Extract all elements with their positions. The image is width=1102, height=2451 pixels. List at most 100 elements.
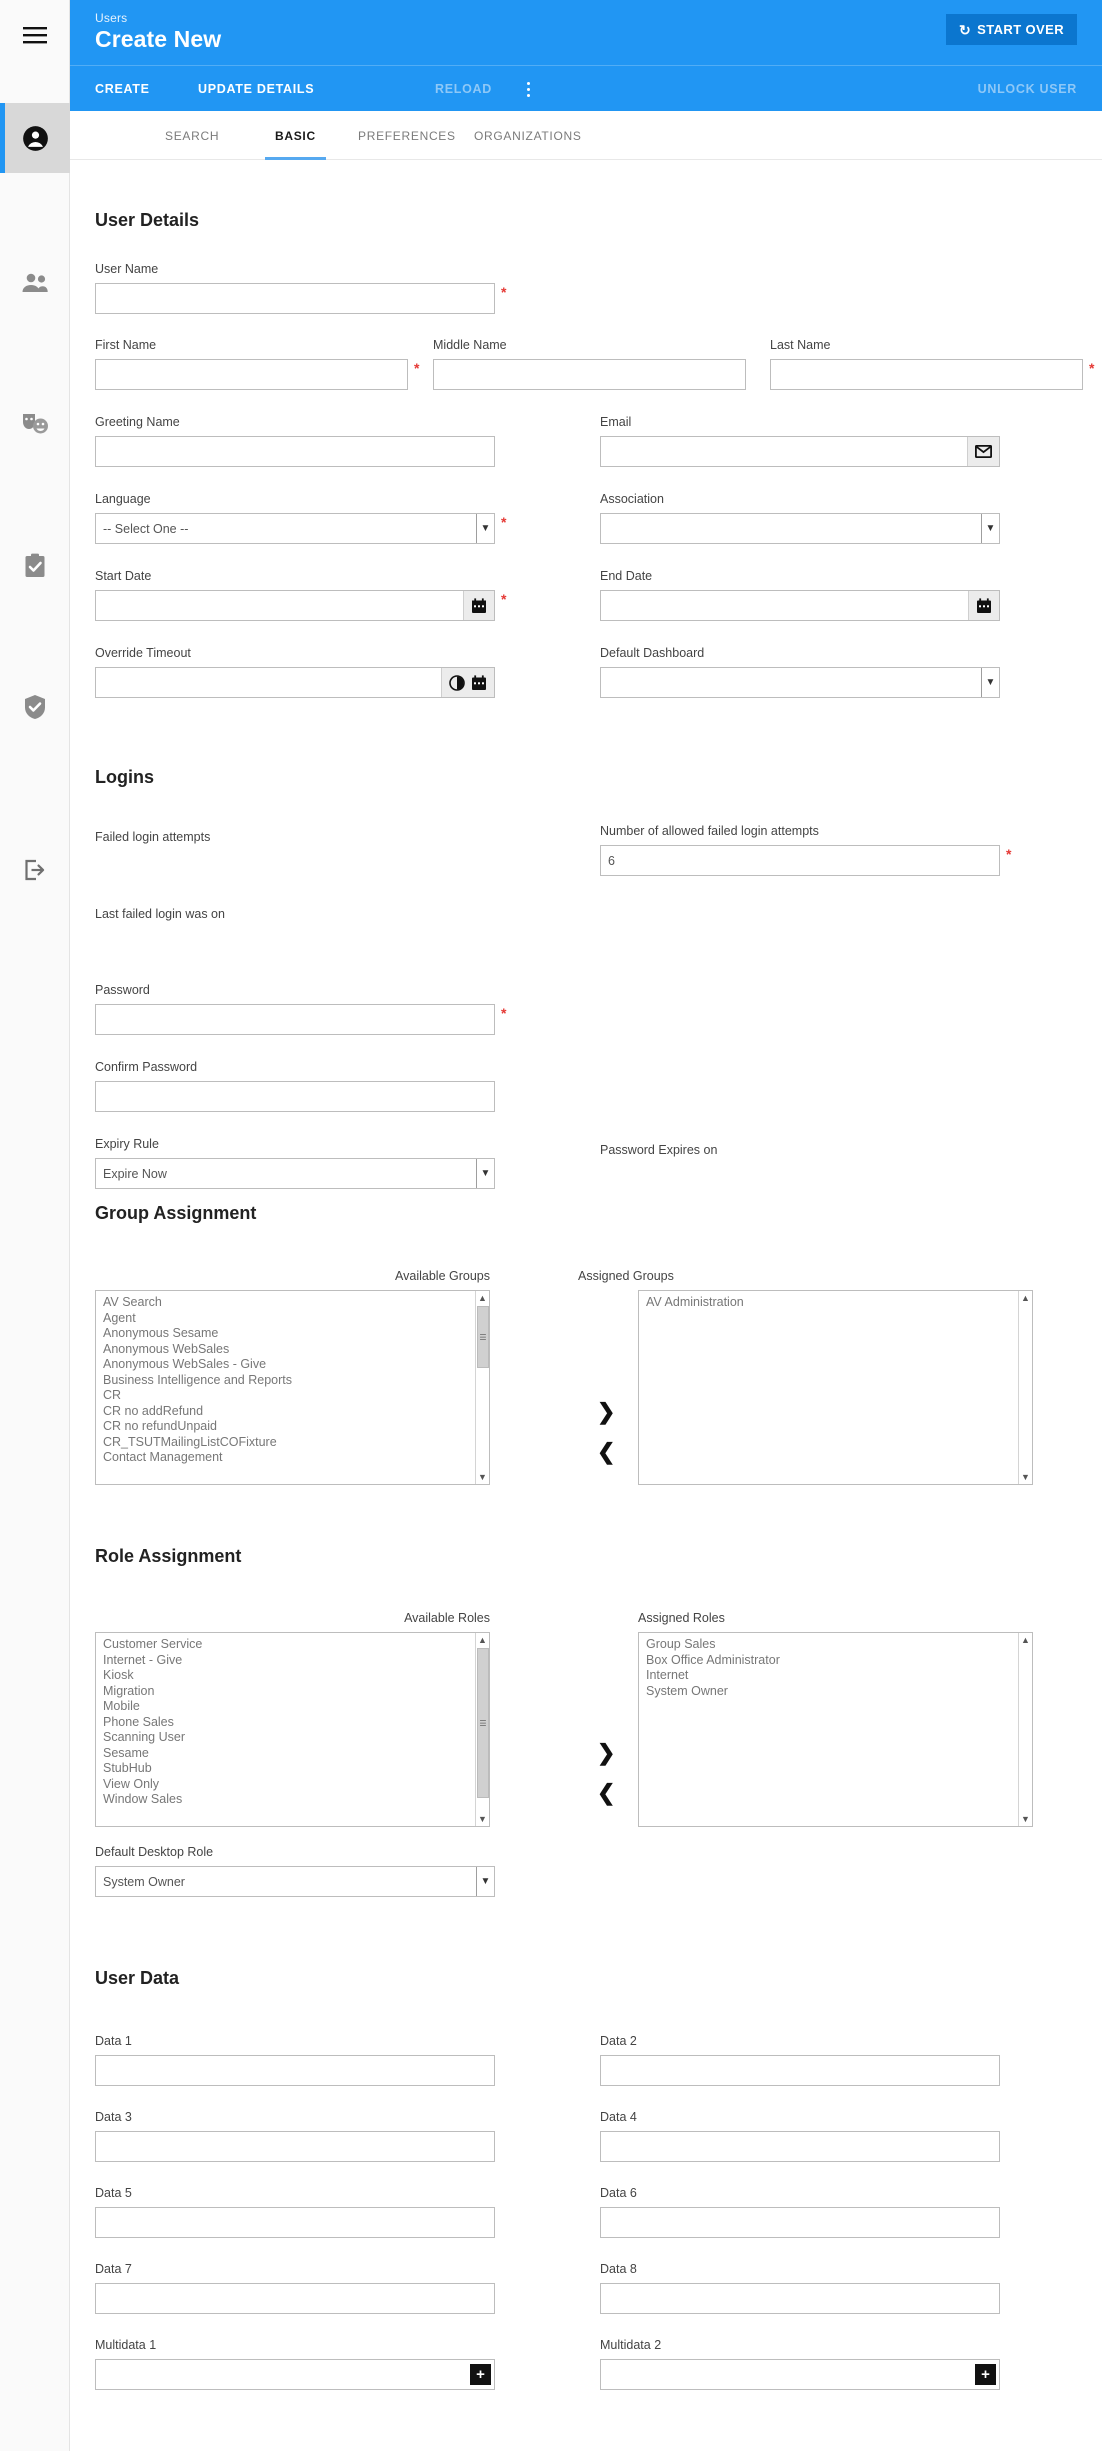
list-item[interactable]: CR	[96, 1388, 489, 1404]
data-7-input[interactable]	[95, 2283, 495, 2314]
password-input[interactable]	[95, 1004, 495, 1035]
language-select[interactable]: -- Select One --	[95, 513, 495, 544]
override-timeout-input[interactable]	[95, 667, 495, 698]
list-item[interactable]: Customer Service	[96, 1637, 489, 1653]
email-addon-button[interactable]	[967, 437, 999, 466]
scroll-up-icon[interactable]: ▲	[1019, 1633, 1032, 1647]
reload-action[interactable]: RELOAD	[435, 66, 492, 112]
data-1-input[interactable]	[95, 2055, 495, 2086]
sidebar-item-events[interactable]	[0, 388, 70, 458]
list-item[interactable]: Migration	[96, 1684, 489, 1700]
scroll-up-icon[interactable]: ▲	[476, 1291, 489, 1305]
multidata-1-input[interactable]	[95, 2359, 495, 2390]
list-item[interactable]: Agent	[96, 1311, 489, 1327]
list-item[interactable]: CR no refundUnpaid	[96, 1419, 489, 1435]
start-date-calendar-button[interactable]	[463, 591, 494, 620]
update-details-action[interactable]: UPDATE DETAILS	[198, 66, 314, 112]
sidebar-item-logout[interactable]	[0, 835, 70, 905]
list-item[interactable]: Anonymous WebSales - Give	[96, 1357, 489, 1373]
list-item[interactable]: Phone Sales	[96, 1715, 489, 1731]
default-desktop-role-select[interactable]: System Owner	[95, 1866, 495, 1897]
tab-organizations[interactable]: ORGANIZATIONS	[474, 111, 582, 160]
assigned-roles-scrollbar[interactable]: ▲ ▼	[1018, 1633, 1032, 1826]
remove-group-button[interactable]: ❮	[597, 1441, 615, 1463]
field-middle-name: Middle Name	[433, 338, 746, 390]
list-item[interactable]: CR_TSUTMailingListCOFixture	[96, 1435, 489, 1451]
list-item[interactable]: Group Sales	[639, 1637, 1032, 1653]
list-item[interactable]: Internet - Give	[96, 1653, 489, 1669]
list-item[interactable]: Mobile	[96, 1699, 489, 1715]
first-name-input[interactable]	[95, 359, 408, 390]
start-over-button[interactable]: ↻ START OVER	[946, 14, 1077, 45]
expiry-rule-select[interactable]: Expire Now	[95, 1158, 495, 1189]
start-date-input[interactable]	[95, 590, 495, 621]
tab-search[interactable]: SEARCH	[165, 111, 219, 160]
scroll-up-icon[interactable]: ▲	[1019, 1291, 1032, 1305]
list-item[interactable]: AV Search	[96, 1295, 489, 1311]
add-group-button[interactable]: ❯	[597, 1401, 615, 1423]
list-item[interactable]: Contact Management	[96, 1450, 489, 1466]
available-groups-scrollbar[interactable]: ▲ ☰ ▼	[475, 1291, 489, 1484]
list-item[interactable]: Kiosk	[96, 1668, 489, 1684]
available-roles-scrollbar[interactable]: ▲ ☰ ▼	[475, 1633, 489, 1826]
data-4-input[interactable]	[600, 2131, 1000, 2162]
allowed-failed-attempts-input[interactable]	[600, 845, 1000, 876]
list-item[interactable]: AV Administration	[639, 1295, 1032, 1311]
list-item[interactable]: System Owner	[639, 1684, 1032, 1700]
scroll-thumb[interactable]: ☰	[477, 1306, 489, 1368]
scroll-down-icon[interactable]: ▼	[476, 1470, 489, 1484]
end-date-input[interactable]	[600, 590, 1000, 621]
scroll-down-icon[interactable]: ▼	[1019, 1470, 1032, 1484]
override-timeout-addons[interactable]	[441, 668, 494, 697]
list-item[interactable]: View Only	[96, 1777, 489, 1793]
end-date-calendar-button[interactable]	[968, 591, 999, 620]
last-name-input[interactable]	[770, 359, 1083, 390]
scroll-down-icon[interactable]: ▼	[1019, 1812, 1032, 1826]
overflow-menu-button[interactable]	[517, 66, 539, 112]
data-2-input[interactable]	[600, 2055, 1000, 2086]
list-item[interactable]: StubHub	[96, 1761, 489, 1777]
list-item[interactable]: CR no addRefund	[96, 1404, 489, 1420]
multidata-2-input[interactable]	[600, 2359, 1000, 2390]
assigned-groups-listbox[interactable]: AV Administration ▲ ▼	[638, 1290, 1033, 1485]
sidebar-item-customers[interactable]	[0, 248, 70, 318]
tab-preferences[interactable]: PREFERENCES	[358, 111, 456, 160]
create-action[interactable]: CREATE	[95, 66, 150, 112]
list-item[interactable]: Anonymous Sesame	[96, 1326, 489, 1342]
menu-icon-button[interactable]	[0, 0, 70, 70]
confirm-password-input[interactable]	[95, 1081, 495, 1112]
association-select[interactable]	[600, 513, 1000, 544]
data-3-input[interactable]	[95, 2131, 495, 2162]
assigned-groups-scrollbar[interactable]: ▲ ▼	[1018, 1291, 1032, 1484]
user-name-input[interactable]	[95, 283, 495, 314]
available-groups-listbox[interactable]: AV Search Agent Anonymous Sesame Anonymous …	[95, 1290, 490, 1485]
tab-basic[interactable]: BASIC	[265, 111, 326, 160]
sidebar-item-users[interactable]	[0, 103, 70, 173]
default-dashboard-select[interactable]	[600, 667, 1000, 698]
scroll-up-icon[interactable]: ▲	[476, 1633, 489, 1647]
unlock-user-action[interactable]: UNLOCK USER	[978, 66, 1077, 112]
data-6-input[interactable]	[600, 2207, 1000, 2238]
list-item[interactable]: Window Sales	[96, 1792, 489, 1808]
list-item[interactable]: Scanning User	[96, 1730, 489, 1746]
available-roles-listbox[interactable]: Customer Service Internet - Give Kiosk Migr…	[95, 1632, 490, 1827]
email-input[interactable]	[600, 436, 1000, 467]
scroll-thumb[interactable]: ☰	[477, 1648, 489, 1798]
list-item[interactable]: Sesame	[96, 1746, 489, 1762]
list-item[interactable]: Anonymous WebSales	[96, 1342, 489, 1358]
assigned-roles-listbox[interactable]: Group Sales Box Office Administrator Inter…	[638, 1632, 1033, 1827]
data-8-input[interactable]	[600, 2283, 1000, 2314]
data-5-input[interactable]	[95, 2207, 495, 2238]
add-role-button[interactable]: ❯	[597, 1742, 615, 1764]
greeting-name-input[interactable]	[95, 436, 495, 467]
middle-name-input[interactable]	[433, 359, 746, 390]
plus-icon[interactable]: +	[470, 2364, 491, 2385]
plus-icon[interactable]: +	[975, 2364, 996, 2385]
sidebar-item-tasks[interactable]	[0, 530, 70, 600]
remove-role-button[interactable]: ❮	[597, 1782, 615, 1804]
list-item[interactable]: Box Office Administrator	[639, 1653, 1032, 1669]
list-item[interactable]: Business Intelligence and Reports	[96, 1373, 489, 1389]
scroll-down-icon[interactable]: ▼	[476, 1812, 489, 1826]
sidebar-item-security[interactable]	[0, 672, 70, 742]
list-item[interactable]: Internet	[639, 1668, 1032, 1684]
